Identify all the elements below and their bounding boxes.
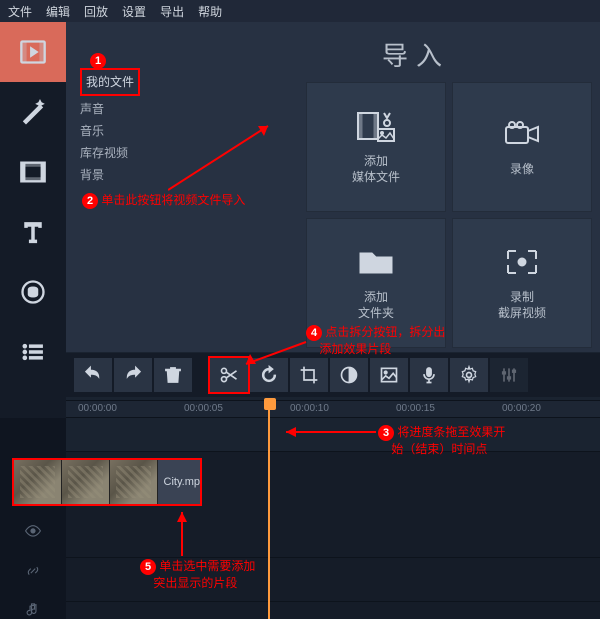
magic-wand-icon [19, 98, 47, 126]
menu-edit[interactable]: 编辑 [46, 3, 70, 20]
redo-button[interactable] [114, 358, 152, 392]
ruler-tick: 00:00:10 [290, 403, 329, 414]
visibility-icon [24, 522, 42, 540]
rail-stickers-button[interactable] [0, 262, 66, 322]
menu-export[interactable]: 导出 [160, 3, 184, 20]
rail-titles-button[interactable] [0, 202, 66, 262]
crop-button[interactable] [290, 358, 328, 392]
media-file-icon [356, 109, 396, 143]
ruler-tick: 00:00:20 [502, 403, 541, 414]
tile-label: 录制 [510, 290, 534, 304]
ruler-tick: 00:00:05 [184, 403, 223, 414]
crop-icon [299, 365, 319, 385]
source-list: 我的文件 声音 音乐 库存视频 背景 [80, 68, 220, 186]
tile-label: 添加 [364, 154, 388, 168]
timeline-tracks: City.mp [0, 418, 600, 619]
track-headers [0, 418, 66, 619]
menu-playback[interactable]: 回放 [84, 3, 108, 20]
list-icon [19, 338, 47, 366]
rail-transitions-button[interactable] [0, 142, 66, 202]
contrast-icon [339, 365, 359, 385]
image-icon [379, 365, 399, 385]
tile-label: 截屏视频 [498, 306, 546, 320]
delete-button[interactable] [154, 358, 192, 392]
clip-thumbnail [62, 460, 110, 504]
trash-icon [163, 365, 183, 385]
tile-label: 媒体文件 [352, 170, 400, 184]
transition-icon [19, 158, 47, 186]
source-background[interactable]: 背景 [80, 164, 220, 186]
color-button[interactable] [330, 358, 368, 392]
timeline-toolbar [66, 353, 600, 397]
playhead-knob[interactable] [264, 398, 276, 410]
rail-filters-button[interactable] [0, 82, 66, 142]
import-title: 导入 [382, 36, 450, 73]
sticker-icon [19, 278, 47, 306]
rotate-button[interactable] [250, 358, 288, 392]
image-button[interactable] [370, 358, 408, 392]
mic-button[interactable] [410, 358, 448, 392]
source-music[interactable]: 音乐 [80, 120, 220, 142]
video-clip[interactable]: City.mp [12, 458, 202, 506]
undo-button[interactable] [74, 358, 112, 392]
source-my-files[interactable]: 我的文件 [80, 68, 140, 96]
link-track-icon [24, 562, 42, 580]
ruler-tick: 00:00:15 [396, 403, 435, 414]
source-sound[interactable]: 声音 [80, 98, 220, 120]
settings-button[interactable] [450, 358, 488, 392]
folder-icon [356, 245, 396, 279]
camera-icon [502, 117, 542, 151]
screen-record-icon [502, 245, 542, 279]
tile-label: 文件夹 [358, 306, 394, 320]
audio-track-icon [24, 601, 42, 619]
menu-settings[interactable]: 设置 [122, 3, 146, 20]
menu-help[interactable]: 帮助 [198, 3, 222, 20]
track-lane[interactable] [66, 558, 600, 602]
tile-add-media[interactable]: 添加媒体文件 [306, 82, 446, 212]
clip-thumbnail [110, 460, 158, 504]
gear-icon [459, 365, 479, 385]
tile-add-folder[interactable]: 添加文件夹 [306, 218, 446, 348]
tile-record-camera[interactable]: 录像 [452, 82, 592, 212]
ruler-tick: 00:00:00 [78, 403, 117, 414]
split-button[interactable] [210, 358, 248, 392]
clip-label: City.mp [158, 476, 200, 488]
playhead[interactable] [268, 400, 270, 619]
track-lane[interactable] [66, 514, 600, 558]
import-panel: 导入 我的文件 声音 音乐 库存视频 背景 添加媒体文件 录像 添加文件夹 录制… [66, 22, 600, 352]
redo-icon [123, 365, 143, 385]
film-play-icon [19, 38, 47, 66]
track-spacer [66, 418, 600, 452]
timeline-ruler[interactable]: 00:00:00 00:00:05 00:00:10 00:00:15 00:0… [66, 400, 600, 418]
sliders-icon [499, 365, 519, 385]
tile-label: 添加 [364, 290, 388, 304]
import-tiles: 添加媒体文件 录像 添加文件夹 录制截屏视频 [306, 82, 592, 348]
rail-more-button[interactable] [0, 322, 66, 382]
clip-thumbnail [14, 460, 62, 504]
menubar: 文件 编辑 回放 设置 导出 帮助 [0, 0, 600, 22]
rotate-icon [259, 365, 279, 385]
tile-label: 录像 [510, 161, 534, 177]
source-stock[interactable]: 库存视频 [80, 142, 220, 164]
menu-file[interactable]: 文件 [8, 3, 32, 20]
tile-record-screen[interactable]: 录制截屏视频 [452, 218, 592, 348]
undo-icon [83, 365, 103, 385]
rail-import-button[interactable] [0, 22, 66, 82]
mic-icon [419, 365, 439, 385]
equalizer-button[interactable] [490, 358, 528, 392]
scissors-icon [219, 365, 239, 385]
text-icon [19, 218, 47, 246]
